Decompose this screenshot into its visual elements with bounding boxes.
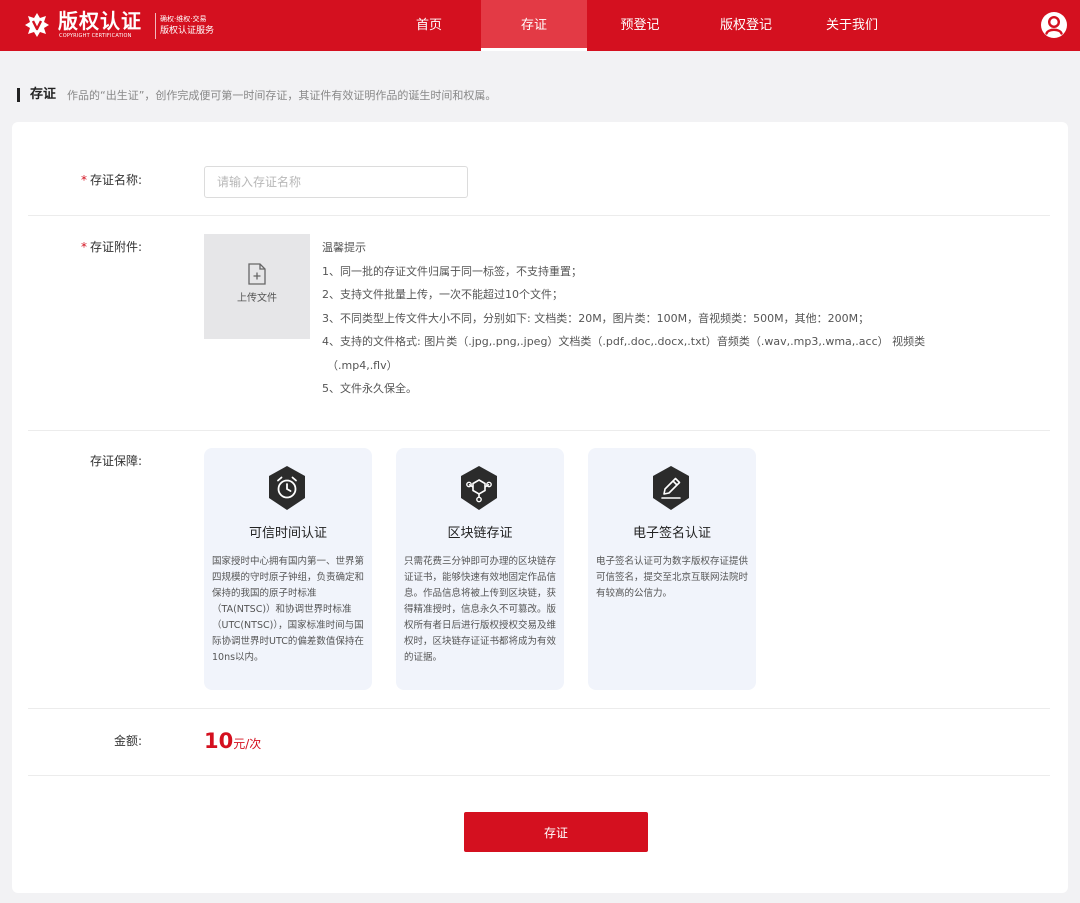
feature-title: 区块链存证 [447,526,513,541]
guarantee-field-label: 存证保障: [89,454,142,468]
heading-accent-bar [17,88,20,102]
top-navigation-bar: 版权认证 COPYRIGHT CERTIFICATION 确权·维权·交易 版权… [0,0,1080,51]
amount-field-label: 金额: [113,734,142,748]
feature-card-blockchain: 区块链存证 只需花费三分钟即可办理的区块链存证证书，能够快速有效地固定作品信息。… [396,448,564,690]
tip-item: 1、同一批的存证文件归属于同一标签，不支持重置； [322,264,582,278]
feature-description: 国家授时中心拥有国内第一、世界第四规模的守时原子钟组，负责确定和保持的我国的原子… [212,556,365,663]
tips-title: 温馨提示 [322,241,366,254]
upload-file-button[interactable]: 上传文件 [204,234,310,339]
amount-unit: 元/次 [233,737,262,751]
required-mark: * [80,173,87,187]
name-label-text: 存证名称: [89,173,142,187]
nav-home[interactable]: 首页 [393,0,465,51]
feature-description: 只需花费三分钟即可办理的区块链存证证书，能够快速有效地固定作品信息。作品信息将被… [404,556,557,663]
feature-card-e-signature: 电子签名认证 电子签名认证可为数字版权存证提供可信签名，提交至北京互联网法院时有… [588,448,756,690]
row-divider [28,708,1050,709]
attachment-label-text: 存证附件: [89,240,142,254]
nav-about-us[interactable]: 关于我们 [812,0,892,51]
file-add-icon [247,263,267,285]
row-divider [28,775,1050,776]
required-mark: * [80,240,87,254]
row-divider [28,430,1050,431]
nav-pre-registration[interactable]: 预登记 [604,0,676,51]
name-field-label: * 存证名称: [12,172,142,188]
row-divider [28,215,1050,216]
upload-tips: 温馨提示 1、同一批的存证文件归属于同一标签，不支持重置； 2、支持文件批量上传… [322,236,926,401]
brand-divider [155,13,156,39]
brand-subtitle: COPYRIGHT CERTIFICATION [59,33,132,39]
blockchain-icon [457,464,501,512]
tip-item: 4、支持的文件格式: 图片类（.jpg,.png,.jpeg）文档类（.pdf,… [322,335,926,348]
nav-evidence[interactable]: 存证 [481,0,587,51]
feature-title: 可信时间认证 [248,526,327,541]
page-title: 存证 [30,87,57,102]
brand-logo-icon[interactable] [24,12,50,38]
tip-item: 3、不同类型上传文件大小不同，分别如下: 文档类：20M，图片类：100M，音视… [322,311,870,325]
attachment-field-label: * 存证附件: [12,239,142,255]
feature-title: 电子签名认证 [632,526,711,541]
brand-service: 版权认证服务 [160,26,215,36]
evidence-name-input[interactable] [204,166,468,198]
brand-title[interactable]: 版权认证 [58,7,142,35]
amount-number: 10 [204,729,234,753]
clock-icon [265,464,309,512]
feature-description: 电子签名认证可为数字版权存证提供可信签名，提交至北京互联网法院时有较高的公信力。 [596,556,749,599]
tip-item: 2、支持文件批量上传，一次不能超过10个文件； [322,288,563,301]
tip-item: （.mp4,.flv） [327,358,398,372]
amount-value: 10元/次 [204,727,261,758]
submit-evidence-button[interactable]: 存证 [464,812,648,852]
tip-item: 5、文件永久保全。 [322,382,417,395]
nav-copyright-registration[interactable]: 版权登记 [706,0,786,51]
signature-pen-icon [649,464,693,512]
evidence-form-card: *存证名称: *存证附件: 上传文件 温馨提示 1、同一批的存证文件归属于同一标… [12,122,1068,893]
feature-card-trusted-time: 可信时间认证 国家授时中心拥有国内第一、世界第四规模的守时原子钟组，负责确定和保… [204,448,372,690]
brand-tagline: 确权·维权·交易 [160,15,207,23]
user-avatar-icon[interactable] [1040,11,1068,39]
upload-label: 上传文件 [237,293,277,304]
page-description: 作品的“出生证”，创作完成便可第一时间存证，其证件有效证明作品的诞生时间和权属。 [67,89,497,102]
